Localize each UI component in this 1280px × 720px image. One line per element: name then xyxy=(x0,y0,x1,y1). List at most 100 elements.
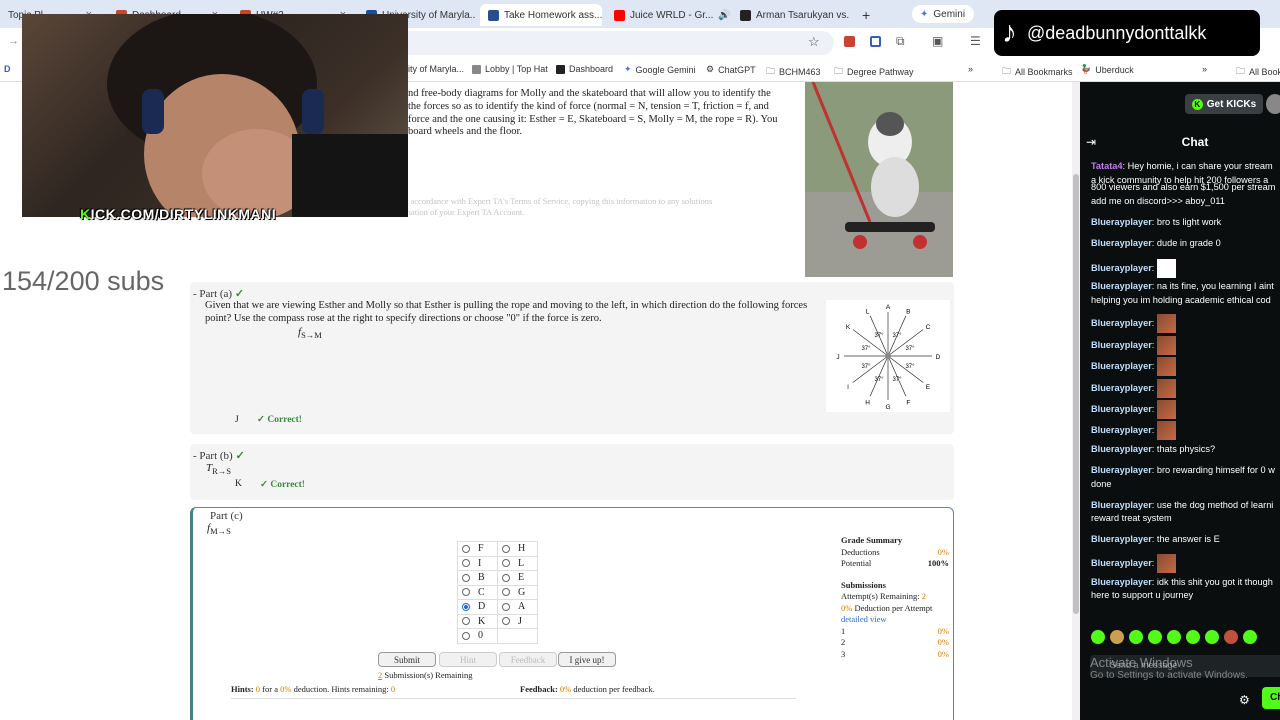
emote-picker-icon[interactable] xyxy=(1129,630,1143,644)
chat-message[interactable]: Bluerayplayer: xyxy=(1091,378,1280,398)
option-cell[interactable]: B xyxy=(457,570,498,586)
chat-message[interactable]: 800 viewers and also earn $1,500 per str… xyxy=(1091,181,1280,208)
chat-username[interactable]: Bluerayplayer xyxy=(1091,318,1152,328)
radio-button[interactable] xyxy=(462,544,470,553)
screen-icon[interactable]: ▣ xyxy=(932,34,943,48)
get-kicks-button[interactable]: K Get KICKs xyxy=(1185,94,1263,114)
option-cell[interactable]: L xyxy=(497,555,538,571)
speaker-icon[interactable]: 🔊 xyxy=(718,10,730,21)
extension-icon[interactable] xyxy=(870,36,881,47)
radio-button[interactable] xyxy=(462,588,470,597)
bookmark-uberduck[interactable]: 🦆 Uberduck xyxy=(1080,64,1134,75)
chat-username[interactable]: Bluerayplayer xyxy=(1091,558,1152,568)
radio-button[interactable] xyxy=(502,559,510,568)
emote-picker-icon[interactable] xyxy=(1243,630,1257,644)
emote-picker-icon[interactable] xyxy=(1224,630,1238,644)
chat-message[interactable]: Bluerayplayer: dude in grade 0 xyxy=(1091,237,1280,251)
chat-username[interactable]: Bluerayplayer xyxy=(1091,404,1152,414)
option-cell[interactable]: G xyxy=(497,584,538,600)
chat-message[interactable]: Bluerayplayer: xyxy=(1091,421,1280,441)
tab-homework[interactable]: Take Homework ass...× xyxy=(480,4,602,26)
bookmark-tophat[interactable]: Lobby | Top Hat xyxy=(472,64,548,74)
page-scrollbar[interactable] xyxy=(1072,82,1080,720)
radio-button[interactable] xyxy=(462,617,470,626)
chat-username[interactable]: Bluerayplayer xyxy=(1091,577,1152,587)
option-cell[interactable]: H xyxy=(497,541,538,557)
radio-button[interactable] xyxy=(502,588,510,597)
chat-username[interactable]: Tatata4 xyxy=(1091,161,1123,171)
chat-message[interactable]: Bluerayplayer: use the dog method of lea… xyxy=(1091,499,1280,526)
radio-button[interactable] xyxy=(462,631,470,640)
bookmarks-overflow-icon[interactable]: » xyxy=(968,64,973,74)
option-cell[interactable]: 0 xyxy=(457,628,498,644)
emote-picker-icon[interactable] xyxy=(1186,630,1200,644)
option-cell[interactable]: K xyxy=(457,613,498,629)
chat-username[interactable]: Bluerayplayer xyxy=(1091,361,1152,371)
radio-button[interactable] xyxy=(462,559,470,568)
bookmark-gemini[interactable]: ✦ Google Gemini xyxy=(624,64,696,75)
radio-button[interactable] xyxy=(502,602,510,611)
radio-button[interactable] xyxy=(502,544,510,553)
chat-message[interactable]: Bluerayplayer: xyxy=(1091,258,1280,278)
star-icon[interactable]: ☆ xyxy=(808,34,820,50)
chat-message[interactable]: Bluerayplayer: thats physics? xyxy=(1091,443,1280,457)
chat-username[interactable]: Bluerayplayer xyxy=(1091,534,1152,544)
emote-picker-icon[interactable] xyxy=(1148,630,1162,644)
give-up-button[interactable]: I give up! xyxy=(558,652,616,667)
chat-username[interactable]: Bluerayplayer xyxy=(1091,500,1152,510)
chat-message[interactable]: Bluerayplayer: xyxy=(1091,335,1280,355)
chat-username[interactable]: Bluerayplayer xyxy=(1091,238,1152,248)
chat-username[interactable]: Bluerayplayer xyxy=(1091,383,1152,393)
gemini-button[interactable]: ✦ Gemini xyxy=(912,5,974,23)
chat-username[interactable]: Bluerayplayer xyxy=(1091,217,1152,227)
submit-button[interactable]: Submit xyxy=(378,652,436,667)
feedback-button[interactable]: Feedback xyxy=(499,652,557,667)
radio-button[interactable] xyxy=(462,602,470,611)
bookmark-degree[interactable]: 🗀 Degree Pathway xyxy=(834,64,914,80)
new-tab-button[interactable]: + xyxy=(854,4,874,26)
option-cell[interactable]: J xyxy=(497,613,538,629)
bookmark-d[interactable]: D xyxy=(4,64,11,74)
chat-message[interactable]: Bluerayplayer: xyxy=(1091,357,1280,377)
puzzle-icon[interactable]: ⧉ xyxy=(896,34,905,49)
chat-message[interactable]: Bluerayplayer: bro rewarding himself for… xyxy=(1091,464,1280,491)
tab-arman[interactable]: Arman Tsarukyan vs...× xyxy=(732,4,850,26)
chat-username[interactable]: Bluerayplayer xyxy=(1091,340,1152,350)
chat-message[interactable]: Bluerayplayer: na its fine, you learning… xyxy=(1091,280,1280,307)
bookmark-dashboard[interactable]: Dashboard xyxy=(556,64,613,74)
bookmark-all-2[interactable]: 🗀 All Book xyxy=(1236,64,1280,80)
hint-button[interactable]: Hint xyxy=(439,652,497,667)
detailed-view-link[interactable]: detailed view xyxy=(841,614,949,626)
chat-message[interactable]: Bluerayplayer: the answer is E xyxy=(1091,533,1280,547)
emote-picker-icon[interactable] xyxy=(1110,630,1124,644)
option-cell[interactable]: A xyxy=(497,599,538,615)
bookmark-umd[interactable]: ity of Maryla... xyxy=(408,64,464,74)
option-cell[interactable]: D xyxy=(457,599,498,615)
emote-picker-icon[interactable] xyxy=(1205,630,1219,644)
chat-send-button[interactable]: Ch xyxy=(1262,687,1280,709)
emote-picker-icon[interactable] xyxy=(1167,630,1181,644)
chat-message[interactable]: Bluerayplayer: xyxy=(1091,554,1280,574)
avatar[interactable] xyxy=(1266,94,1280,114)
menu-icon[interactable]: ☰ xyxy=(970,34,981,48)
option-cell[interactable]: C xyxy=(457,584,498,600)
chat-username[interactable]: Bluerayplayer xyxy=(1091,281,1152,291)
extension-icon[interactable] xyxy=(844,36,855,47)
option-cell[interactable] xyxy=(497,628,538,644)
chat-message[interactable]: Bluerayplayer: bro ts light work xyxy=(1091,216,1280,230)
option-cell[interactable]: I xyxy=(457,555,498,571)
radio-button[interactable] xyxy=(502,573,510,582)
option-cell[interactable]: F xyxy=(457,541,498,557)
chat-username[interactable]: Bluerayplayer xyxy=(1091,444,1152,454)
bookmark-bchm[interactable]: 🗀 BCHM463 xyxy=(766,64,821,80)
scrollbar-thumb[interactable] xyxy=(1073,174,1079,614)
settings-gear-icon[interactable]: ⚙ xyxy=(1239,693,1250,707)
chat-message[interactable]: Bluerayplayer: xyxy=(1091,400,1280,419)
radio-button[interactable] xyxy=(462,573,470,582)
chat-message[interactable]: Bluerayplayer: xyxy=(1091,314,1280,334)
bookmark-chatgpt[interactable]: ⚙ ChatGPT xyxy=(706,64,756,75)
forward-icon[interactable]: → xyxy=(8,35,19,47)
bookmark-all[interactable]: 🗀 All Bookmarks xyxy=(1002,64,1073,80)
tab-youtube[interactable]: Juice WRLD - Gr...🔊× xyxy=(606,4,730,26)
radio-button[interactable] xyxy=(502,617,510,626)
